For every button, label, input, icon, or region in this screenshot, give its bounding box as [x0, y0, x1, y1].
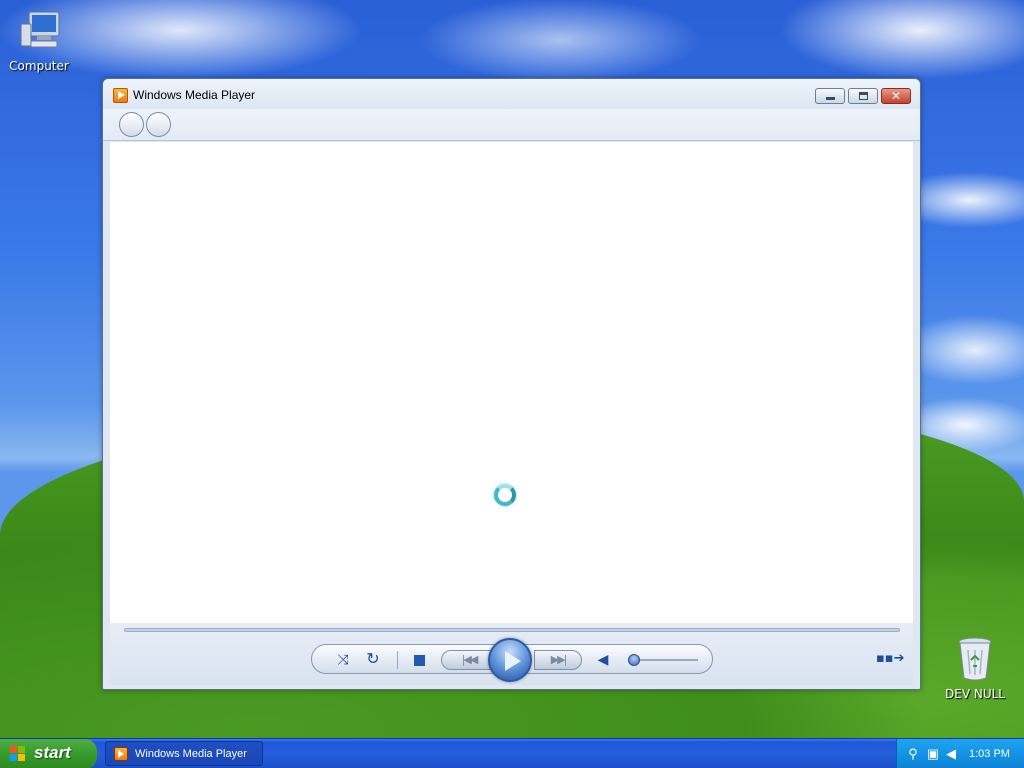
start-button[interactable]: start: [0, 739, 97, 768]
forward-button[interactable]: [146, 112, 171, 137]
minimize-icon: [826, 97, 835, 100]
system-tray: ⚲ ▣ ◀ 1:03 PM: [896, 739, 1024, 768]
repeat-icon: ↻: [366, 649, 380, 668]
desktop-icon-recycle-bin[interactable]: DEV NULL: [937, 636, 1013, 701]
taskbar-item-label: Windows Media Player: [135, 748, 247, 760]
window-title: Windows Media Player: [133, 88, 256, 102]
windows-logo-icon: [10, 746, 26, 762]
stop-button[interactable]: [414, 655, 425, 666]
desktop-icon-computer[interactable]: Computer: [1, 10, 77, 73]
maximize-icon: [859, 92, 868, 100]
control-divider: [397, 651, 398, 669]
play-button[interactable]: [488, 638, 532, 682]
seek-bar[interactable]: [124, 628, 900, 632]
media-player-icon: [114, 747, 128, 761]
volume-muted-icon[interactable]: ◀: [943, 746, 959, 762]
maximize-button[interactable]: [848, 88, 878, 104]
loading-spinner-icon: [494, 484, 516, 506]
close-button[interactable]: ✕: [881, 88, 911, 104]
library-content-pane[interactable]: [110, 142, 913, 623]
minimize-button[interactable]: [815, 88, 845, 104]
media-player-icon: [113, 88, 128, 103]
switch-view-icon: ▪▪➔: [876, 651, 905, 666]
computer-icon: [20, 11, 60, 48]
next-button[interactable]: ▶▶|: [534, 650, 582, 670]
speaker-icon: ◀: [597, 652, 609, 668]
repeat-button[interactable]: ↻: [364, 650, 382, 668]
next-icon: ▶▶|: [550, 653, 568, 666]
taskbar: start Windows Media Player ⚲ ▣ ◀ 1:03 PM: [0, 738, 1024, 768]
navigation-bar: [103, 109, 920, 141]
transport-controls: ⤨ ↻ |◀◀ ▶▶| ◀: [311, 638, 713, 682]
volume-slider-track[interactable]: [630, 659, 698, 661]
shuffle-button[interactable]: ⤨: [334, 651, 352, 669]
switch-to-now-playing-button[interactable]: ▪▪➔: [876, 651, 905, 667]
desktop-icon-label: DEV NULL: [945, 687, 1005, 701]
back-button[interactable]: [119, 112, 144, 137]
start-label: start: [34, 743, 71, 762]
playback-controls-bar: ⤨ ↻ |◀◀ ▶▶| ◀ ▪▪➔: [110, 623, 913, 685]
desktop-icon-label: Computer: [9, 59, 69, 73]
volume-slider-thumb[interactable]: [628, 654, 640, 666]
previous-icon: |◀◀: [461, 653, 479, 666]
media-player-window[interactable]: Windows Media Player ✕ ⤨ ↻ |◀◀ ▶▶| ◀ ▪▪➔: [102, 78, 921, 690]
recycle-bin-icon: [958, 637, 992, 681]
network-icon[interactable]: ▣: [925, 746, 941, 762]
window-titlebar[interactable]: Windows Media Player ✕: [103, 79, 920, 109]
close-icon: ✕: [890, 89, 902, 103]
search-icon[interactable]: ⚲: [905, 746, 921, 762]
clock[interactable]: 1:03 PM: [969, 748, 1010, 760]
shuffle-icon: ⤨: [337, 652, 349, 668]
mute-button[interactable]: ◀: [596, 651, 610, 669]
taskbar-item-media-player[interactable]: Windows Media Player: [105, 741, 263, 766]
